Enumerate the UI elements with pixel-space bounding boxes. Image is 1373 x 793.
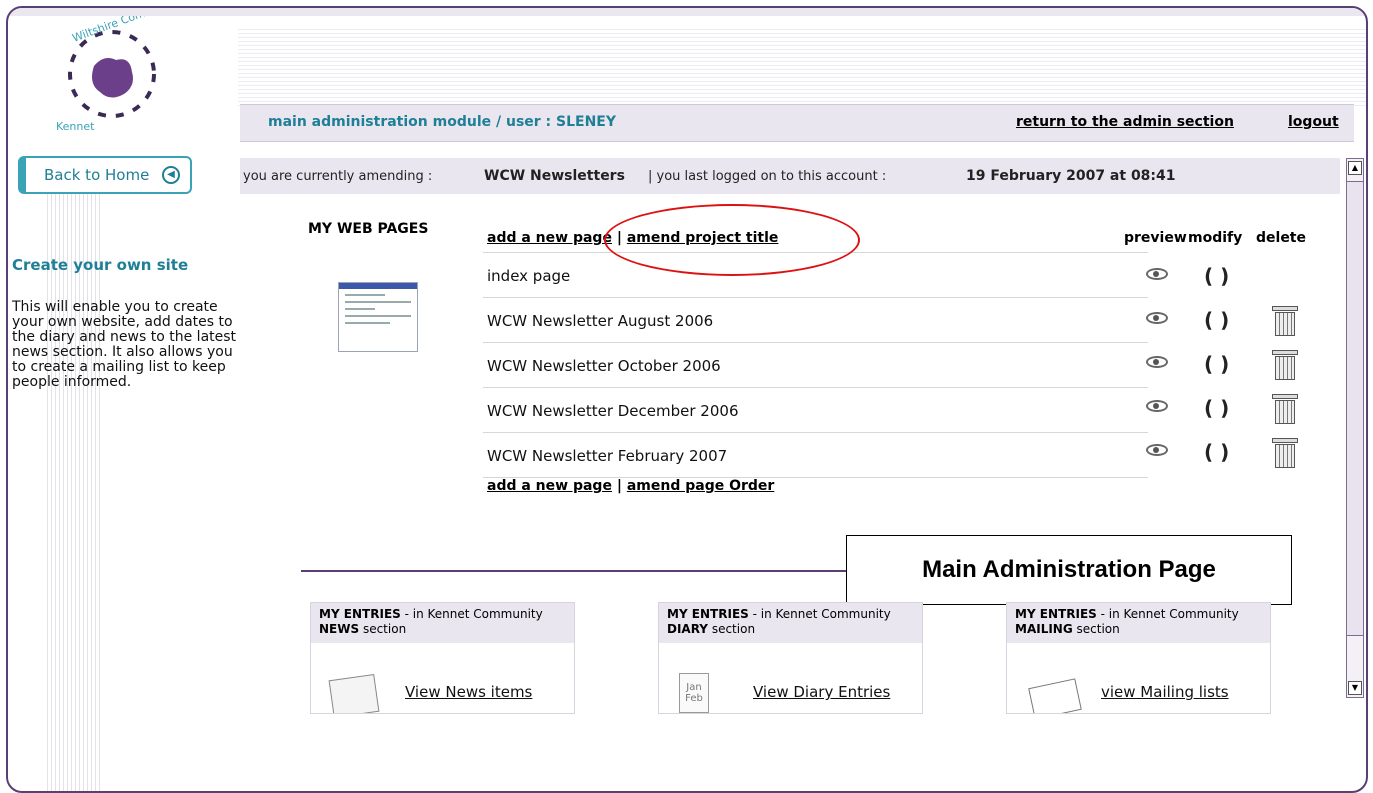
preview-eye-icon[interactable] [1146,312,1168,324]
page-actions-row: ( ) [1138,252,1338,296]
calendar-icon: Jan Feb [679,673,709,713]
entries-sub: - in Kennet Community [1100,607,1239,621]
callout-label: Main Administration Page [846,535,1292,605]
list-item: WCW Newsletter August 2006 [483,297,1148,342]
logout-link[interactable]: logout [1288,114,1339,130]
entries-heading: MY ENTRIES [667,607,749,621]
back-button-accent [20,158,26,192]
page-actions-row: ( ) [1138,384,1338,428]
entries-section: DIARY [667,622,708,636]
page-actions-row: ( ) [1138,428,1338,472]
add-new-page-link-bottom[interactable]: add a new page [487,478,612,494]
view-news-link[interactable]: View News items [405,683,532,701]
entries-sub: - in Kennet Community [404,607,543,621]
entries-suffix: section [711,622,756,636]
bottom-page-links: add a new page | amend page Order [487,478,774,494]
news-entries-panel: MY ENTRIES - in Kennet Community NEWS se… [310,602,575,714]
view-mailing-link[interactable]: view Mailing lists [1101,683,1229,701]
wiltshire-logo: Wiltshire Community Web Kennet [56,16,184,133]
list-item: WCW Newsletter December 2006 [483,387,1148,432]
view-diary-link[interactable]: View Diary Entries [753,683,890,701]
page-name: WCW Newsletter October 2006 [487,357,721,375]
delete-trash-icon[interactable] [1272,438,1298,468]
page-name: WCW Newsletter August 2006 [487,312,714,330]
entries-heading: MY ENTRIES [319,607,401,621]
entries-section: NEWS [319,622,360,636]
modify-icon[interactable]: ( ) [1204,264,1229,288]
delete-trash-icon[interactable] [1272,350,1298,380]
logo-text-bottom: Kennet [56,120,95,133]
newspaper-icon [328,673,380,713]
link-separator: | [616,478,622,494]
modify-icon[interactable]: ( ) [1204,352,1229,376]
scroll-thumb[interactable] [1347,181,1363,636]
web-page-thumbnail-icon [338,282,418,352]
scroll-down-icon[interactable]: ▼ [1348,681,1362,695]
back-button-label: Back to Home [44,166,150,184]
delete-trash-icon[interactable] [1272,306,1298,336]
section-divider [301,570,846,572]
amend-bar: you are currently amending : WCW Newslet… [240,158,1340,194]
top-band [8,8,1366,16]
amend-page-order-link[interactable]: amend page Order [627,478,774,494]
mailing-entries-panel: MY ENTRIES - in Kennet Community MAILING… [1006,602,1271,714]
delete-column-header: delete [1256,230,1306,246]
preview-eye-icon[interactable] [1146,444,1168,456]
delete-trash-icon[interactable] [1272,394,1298,424]
scroll-up-icon[interactable]: ▲ [1348,161,1362,175]
modify-column-header: modify [1188,230,1243,246]
admin-title: main administration module / user : SLEN… [268,114,617,130]
modify-icon[interactable]: ( ) [1204,440,1229,464]
add-new-page-link[interactable]: add a new page [487,230,612,246]
calendar-month-bottom: Feb [685,693,703,704]
envelope-icon [1028,678,1082,713]
entries-suffix: section [1076,622,1120,636]
back-to-home-button[interactable]: Back to Home ◀ [18,156,192,194]
highlight-ellipse [604,204,860,276]
modify-icon[interactable]: ( ) [1204,396,1229,420]
entries-sub: - in Kennet Community [752,607,891,621]
preview-column-header: preview [1124,230,1187,246]
entries-heading: MY ENTRIES [1015,607,1097,621]
amend-prefix: you are currently amending : [243,169,433,184]
logo-text-top: Wiltshire Community Web [71,16,184,45]
web-pages-list: index page WCW Newsletter August 2006 WC… [483,252,1148,478]
sidebar-stripes [44,193,100,791]
news-entries-header: MY ENTRIES - in Kennet Community NEWS se… [311,603,574,643]
amend-project: WCW Newsletters [484,168,625,184]
sidebar-description: This will enable you to create your own … [12,299,237,390]
page-name: WCW Newsletter December 2006 [487,402,739,420]
preview-eye-icon[interactable] [1146,400,1168,412]
mailing-entries-header: MY ENTRIES - in Kennet Community MAILING… [1007,603,1270,643]
entries-suffix: section [362,622,407,636]
sidebar-title: Create your own site [12,256,189,274]
preview-eye-icon[interactable] [1146,356,1168,368]
diary-entries-panel: MY ENTRIES - in Kennet Community DIARY s… [658,602,923,714]
back-arrow-icon: ◀ [162,166,180,184]
entries-section: MAILING [1015,622,1073,636]
page-name: index page [487,267,571,285]
scrollbar[interactable]: ▲ ▼ [1346,158,1364,698]
page-frame: Wiltshire Community Web Kennet Back to H… [6,6,1368,793]
last-login-date: 19 February 2007 at 08:41 [966,168,1176,184]
diary-entries-header: MY ENTRIES - in Kennet Community DIARY s… [659,603,922,643]
page-actions-row: ( ) [1138,296,1338,340]
page-actions: ( ) ( ) ( ) ( ) ( ) [1138,252,1338,472]
return-admin-link[interactable]: return to the admin section [1016,114,1234,130]
amend-separator: | you last logged on to this account : [648,169,887,184]
page-actions-row: ( ) [1138,340,1338,384]
modify-icon[interactable]: ( ) [1204,308,1229,332]
calendar-month-top: Jan [686,682,702,693]
list-item: WCW Newsletter October 2006 [483,342,1148,387]
header-stripes [238,26,1366,106]
web-pages-title: MY WEB PAGES [308,221,429,237]
list-item: WCW Newsletter February 2007 [483,432,1148,478]
preview-eye-icon[interactable] [1146,268,1168,280]
admin-bar: main administration module / user : SLEN… [240,104,1354,142]
page-name: WCW Newsletter February 2007 [487,447,728,465]
